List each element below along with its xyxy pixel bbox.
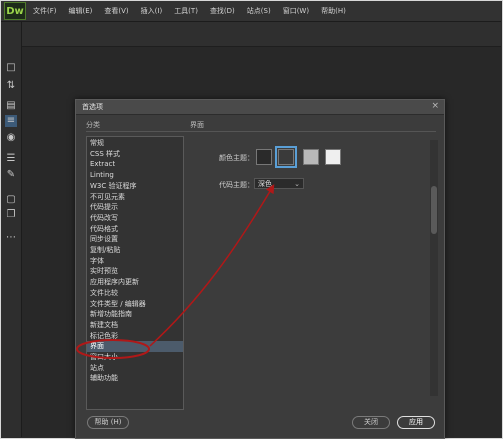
annotation-circle [76, 339, 150, 359]
annotation-arrow [149, 184, 275, 347]
annotation-overlay [76, 184, 275, 359]
